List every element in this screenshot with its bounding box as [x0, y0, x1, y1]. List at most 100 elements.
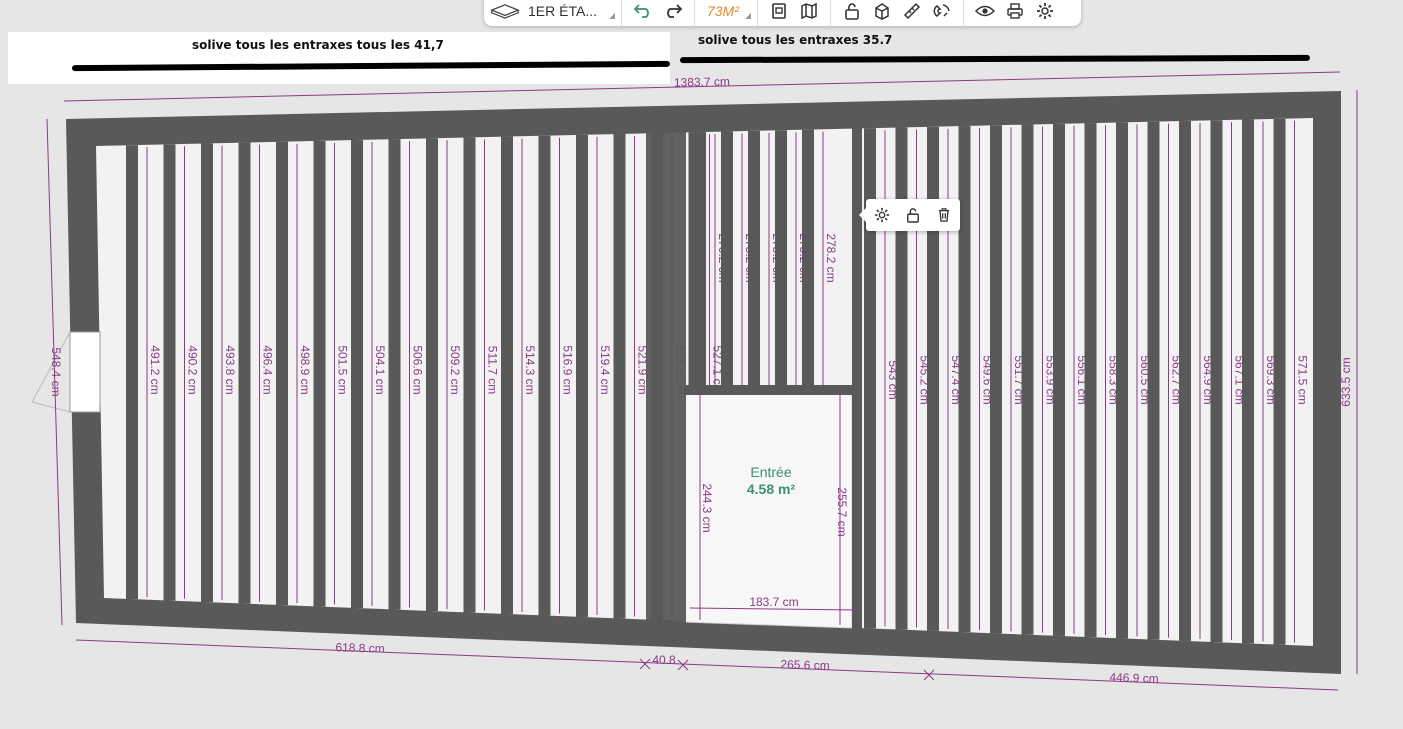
dim-entry-right-height: 255.7 cm	[835, 487, 849, 536]
room-area: 4.58 m²	[747, 481, 796, 497]
dim-entry-left-height: 244.3 cm	[700, 483, 714, 532]
right-joist-10[interactable]	[1179, 120, 1191, 641]
joist-context-popup	[859, 199, 960, 231]
entree-top-wall	[684, 385, 852, 395]
left-joist-label-10: 514.3 cm	[523, 345, 537, 394]
settings-button[interactable]	[1030, 0, 1060, 23]
right-joist-11[interactable]	[1210, 120, 1223, 643]
right-joist-13[interactable]	[1273, 118, 1286, 645]
ruler-icon	[903, 2, 920, 20]
left-joist-13[interactable]	[613, 133, 626, 619]
ruler-button[interactable]	[897, 0, 927, 23]
cube-icon	[875, 3, 889, 20]
window-left[interactable]	[69, 331, 101, 413]
left-joist-label-8: 509.2 cm	[448, 345, 462, 394]
left-joist-8[interactable]	[426, 138, 438, 612]
left-joist-1[interactable]	[163, 144, 176, 601]
right-joist-3[interactable]	[958, 126, 971, 633]
left-joist-label-12: 519.4 cm	[598, 345, 612, 394]
left-joist-label-1: 490.2 cm	[186, 345, 200, 394]
view-button[interactable]	[970, 0, 1000, 23]
left-joist-12[interactable]	[576, 134, 588, 617]
area-label: 73M²	[706, 3, 739, 19]
map-button[interactable]	[794, 0, 824, 23]
left-joist-label-4: 498.9 cm	[298, 345, 312, 394]
left-joist-label-5: 501.5 cm	[336, 345, 350, 394]
left-joist-2[interactable]	[201, 143, 213, 603]
right-joist-6[interactable]	[1053, 123, 1065, 636]
left-joist-label-6: 504.1 cm	[373, 345, 387, 394]
right-joist-label-13: 571.5 cm	[1296, 355, 1310, 404]
top-joist-1[interactable]	[721, 131, 733, 387]
top-joist-label-4: 278.2 cm	[824, 233, 838, 282]
dim-total-width: 1383.7 cm	[674, 74, 730, 89]
undo-button[interactable]	[628, 0, 658, 23]
partition-wall	[646, 120, 686, 646]
print-button[interactable]	[1000, 0, 1030, 23]
magnet-icon	[933, 4, 950, 17]
left-joist-label-9: 511.7 cm	[486, 346, 500, 394]
settings-icon	[1036, 3, 1053, 19]
left-joist-3[interactable]	[238, 142, 251, 604]
magnet-button[interactable]	[927, 0, 957, 23]
cube-button[interactable]	[867, 0, 897, 23]
dim-right-height: 633.5 cm	[1339, 357, 1353, 406]
note-left: solive tous les entraxes tous les 41,7	[192, 38, 444, 52]
map-icon	[801, 2, 817, 20]
right-joist-9[interactable]	[1147, 121, 1160, 640]
document-button[interactable]	[764, 0, 794, 23]
note-right: solive tous les entraxes 35.7	[698, 33, 893, 47]
joist-settings-button[interactable]	[870, 203, 894, 227]
right-joist-5[interactable]	[1021, 124, 1034, 635]
lock-icon	[845, 3, 859, 20]
left-joist-4[interactable]	[276, 141, 288, 606]
right-joist-8[interactable]	[1116, 122, 1128, 639]
print-icon	[1007, 3, 1023, 19]
dim-bottom-1: 618.8 cm	[335, 640, 385, 655]
floor-selector[interactable]: 1ER ÉTA...	[484, 0, 622, 26]
floor-3d-icon	[490, 0, 520, 23]
left-joist-9[interactable]	[463, 137, 476, 613]
floor-label: 1ER ÉTA...	[528, 3, 597, 19]
right-joist-7[interactable]	[1084, 123, 1097, 638]
left-joist-5[interactable]	[313, 140, 326, 607]
top-joist-2[interactable]	[748, 130, 760, 387]
lock-button[interactable]	[837, 0, 867, 23]
history-group	[622, 0, 695, 26]
left-joist-11[interactable]	[538, 135, 551, 616]
view-group	[964, 0, 1066, 26]
left-joist-label-11: 516.9 cm	[561, 345, 575, 394]
partition-wall-2	[852, 118, 862, 630]
redo-icon	[667, 4, 683, 18]
floor-plan-canvas[interactable]: 491.2 cm 490.2 cm 493.8 cm 496.4 cm 498.9 cm…	[0, 0, 1403, 729]
right-joist-4[interactable]	[990, 125, 1002, 634]
left-joist-7[interactable]	[388, 139, 401, 610]
redo-button[interactable]	[658, 0, 688, 23]
top-joist-4[interactable]	[802, 129, 814, 388]
area-corner-icon	[744, 13, 751, 19]
left-joist-label-2: 493.8 cm	[223, 345, 237, 394]
document-group	[758, 0, 831, 26]
top-joist-0[interactable]	[694, 132, 706, 387]
left-joist-label-7: 506.6 cm	[411, 345, 425, 394]
left-joist-label-3: 496.4 cm	[261, 345, 275, 394]
dim-left-height: 548.4 cm	[49, 347, 63, 396]
document-icon	[772, 3, 786, 19]
left-joist-6[interactable]	[351, 139, 363, 609]
dropdown-corner-icon	[608, 13, 615, 19]
joist-lock-button[interactable]	[901, 203, 925, 227]
trash-icon	[939, 208, 950, 222]
gear-icon	[874, 207, 889, 223]
left-joist-10[interactable]	[501, 136, 513, 615]
top-joist-3[interactable]	[775, 130, 787, 387]
unlock-icon	[907, 208, 919, 223]
dim-bottom-3: 265.6 cm	[780, 657, 830, 672]
undo-icon	[633, 4, 649, 18]
joist-delete-button[interactable]	[932, 203, 956, 227]
tools-group	[831, 0, 964, 26]
dim-entry-width: 183.7 cm	[749, 595, 798, 609]
dim-bottom-2: 40.8	[652, 653, 676, 667]
area-group[interactable]: 73M²	[695, 0, 758, 26]
right-joist-12[interactable]	[1242, 119, 1254, 644]
left-joist-0[interactable]	[126, 145, 138, 600]
